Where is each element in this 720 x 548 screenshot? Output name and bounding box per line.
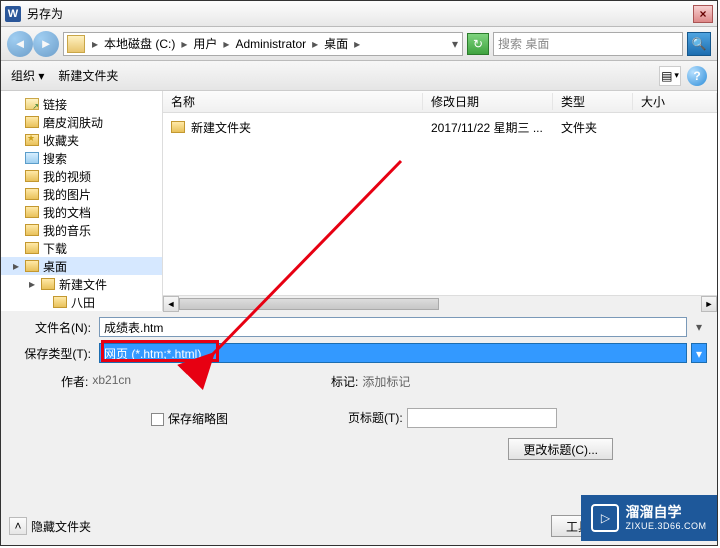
fav-icon — [25, 134, 39, 146]
dialog-title: 另存为 — [27, 5, 693, 22]
col-size[interactable]: 大小 — [633, 93, 717, 110]
col-date[interactable]: 修改日期 — [423, 93, 553, 110]
tree-item[interactable]: 收藏夹 — [1, 131, 162, 149]
search-go-button[interactable]: 🔍 — [687, 32, 711, 56]
file-list-view: 名称 修改日期 类型 大小 新建文件夹 2017/11/22 星期三 ... 文… — [163, 91, 717, 311]
watermark: ▷ 溜溜自学 ZIXUE.3D66.COM — [581, 495, 717, 541]
tree-item-label: 我的图片 — [43, 186, 91, 203]
tree-item[interactable]: 我的视频 — [1, 167, 162, 185]
scroll-thumb[interactable] — [179, 298, 439, 310]
tree-item-label: 我的音乐 — [43, 222, 91, 239]
link-icon — [25, 98, 39, 110]
col-name[interactable]: 名称 — [163, 93, 423, 110]
column-headers[interactable]: 名称 修改日期 类型 大小 — [163, 91, 717, 113]
tree-item[interactable]: 我的音乐 — [1, 221, 162, 239]
expand-icon[interactable]: ▸ — [11, 259, 21, 273]
close-button[interactable]: × — [693, 5, 713, 23]
nav-bar: ◄ ► ▸ 本地磁盘 (C:) ▸ 用户 ▸ Administrator ▸ 桌… — [1, 27, 717, 61]
folder-icon — [25, 260, 39, 272]
tree-item-label: 八田 — [71, 294, 95, 311]
toolbar: 组织 ▾ 新建文件夹 ▤▾ ? — [1, 61, 717, 91]
new-folder-button[interactable]: 新建文件夹 — [58, 67, 118, 84]
folder-icon — [41, 278, 55, 290]
breadcrumb[interactable]: ▸ 本地磁盘 (C:) ▸ 用户 ▸ Administrator ▸ 桌面 ▸ … — [63, 32, 463, 56]
folder-icon — [53, 296, 67, 308]
tree-item[interactable]: 八田 — [1, 293, 162, 311]
page-title-input[interactable] — [407, 408, 557, 428]
organize-menu[interactable]: 组织 ▾ — [11, 67, 44, 84]
filename-input[interactable]: 成绩表.htm — [99, 317, 687, 337]
col-type[interactable]: 类型 — [553, 93, 633, 110]
filetype-label: 保存类型(T): — [11, 345, 95, 362]
tree-item-label: 桌面 — [43, 258, 67, 275]
tree-item-label: 我的视频 — [43, 168, 91, 185]
refresh-button[interactable]: ↻ — [467, 33, 489, 55]
tree-item-label: 下载 — [43, 240, 67, 257]
breadcrumb-item[interactable]: Administrator — [233, 37, 308, 51]
expand-icon[interactable]: ▸ — [27, 277, 37, 291]
tree-item[interactable]: 链接 — [1, 95, 162, 113]
search-icon — [25, 152, 39, 164]
folder-icon — [25, 206, 39, 218]
file-row[interactable]: 新建文件夹 2017/11/22 星期三 ... 文件夹 — [163, 113, 717, 135]
tree-item-label: 收藏夹 — [43, 132, 79, 149]
tree-item[interactable]: ▸ 新建文件 — [1, 275, 162, 293]
scroll-left-arrow[interactable]: ◄ — [163, 296, 179, 312]
change-title-button[interactable]: 更改标题(C)... — [508, 438, 613, 460]
save-thumbnail-checkbox[interactable]: 保存缩略图 — [151, 410, 228, 427]
author-label: 作者: — [61, 373, 88, 390]
view-options-button[interactable]: ▤▾ — [659, 66, 681, 86]
drive-icon — [67, 35, 85, 53]
breadcrumb-item[interactable]: 本地磁盘 (C:) — [102, 35, 177, 52]
page-title-label: 页标题(T): — [348, 411, 403, 425]
author-value[interactable]: xb21cn — [92, 373, 131, 390]
tree-item-label: 搜索 — [43, 150, 67, 167]
scroll-right-arrow[interactable]: ► — [701, 296, 717, 312]
help-icon[interactable]: ? — [687, 66, 707, 86]
play-icon: ▷ — [591, 504, 619, 532]
search-input[interactable]: 搜索 桌面 — [493, 32, 683, 56]
tree-item[interactable]: 我的图片 — [1, 185, 162, 203]
horizontal-scrollbar[interactable]: ◄ ► — [163, 295, 717, 311]
file-type: 文件夹 — [553, 119, 633, 136]
folder-icon — [171, 121, 185, 133]
chevron-up-icon: ˄ — [9, 517, 27, 535]
breadcrumb-dropdown[interactable]: ▾ — [448, 37, 462, 51]
tree-item[interactable]: 搜索 — [1, 149, 162, 167]
tree-item[interactable]: 我的文档 — [1, 203, 162, 221]
watermark-text: 溜溜自学 — [625, 504, 706, 521]
title-bar: W 另存为 × — [1, 1, 717, 27]
filename-label: 文件名(N): — [11, 319, 95, 336]
tree-item[interactable]: ▸ 桌面 — [1, 257, 162, 275]
filetype-combobox[interactable]: 网页 (*.htm;*.html) — [99, 343, 687, 363]
file-name: 新建文件夹 — [191, 119, 251, 136]
search-placeholder: 搜索 桌面 — [498, 35, 549, 52]
tree-item-label: 磨皮润肤动 — [43, 114, 103, 131]
file-date: 2017/11/22 星期三 ... — [423, 119, 553, 136]
tree-item[interactable]: 下载 — [1, 239, 162, 257]
breadcrumb-item[interactable]: 用户 — [191, 35, 219, 52]
folder-icon — [25, 188, 39, 200]
folder-icon — [25, 170, 39, 182]
folder-icon — [25, 242, 39, 254]
breadcrumb-item[interactable]: 桌面 — [322, 35, 350, 52]
nav-back-button[interactable]: ◄ — [7, 31, 33, 57]
word-icon: W — [5, 6, 21, 22]
tree-item[interactable]: 磨皮润肤动 — [1, 113, 162, 131]
tree-item-label: 我的文档 — [43, 204, 91, 221]
folder-icon — [25, 224, 39, 236]
filename-dropdown[interactable]: ▾ — [691, 320, 707, 334]
folder-icon — [25, 116, 39, 128]
nav-forward-button[interactable]: ► — [33, 31, 59, 57]
tags-label: 标记: — [331, 373, 358, 390]
tags-value[interactable]: 添加标记 — [362, 373, 410, 390]
watermark-url: ZIXUE.3D66.COM — [625, 521, 706, 532]
hide-folders-toggle[interactable]: ˄ 隐藏文件夹 — [9, 517, 91, 535]
folder-tree[interactable]: 链接磨皮润肤动收藏夹搜索我的视频我的图片我的文档我的音乐下载 ▸ 桌面 ▸ 新建文件八田 — [1, 91, 163, 311]
tree-item-label: 链接 — [43, 96, 67, 113]
filetype-dropdown[interactable]: ▾ — [691, 343, 707, 363]
tree-item-label: 新建文件 — [59, 276, 107, 293]
